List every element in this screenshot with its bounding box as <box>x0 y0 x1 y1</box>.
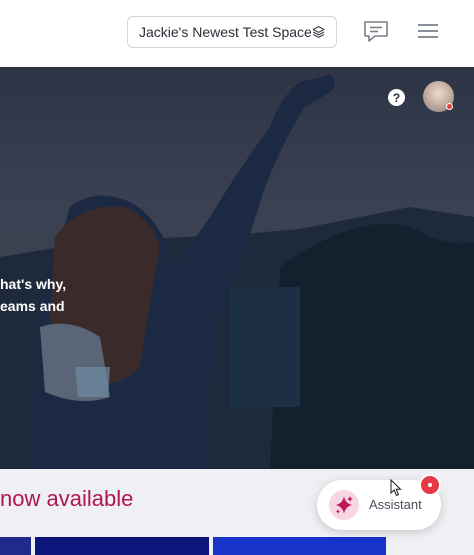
sparkle-icon <box>329 490 359 520</box>
hero-banner: hat's why, eams and <box>0 67 474 469</box>
hero-photo <box>0 75 474 469</box>
layers-icon <box>312 26 325 38</box>
space-switcher-button[interactable]: Jackie's Newest Test Space <box>127 16 337 48</box>
content-card[interactable] <box>0 537 31 555</box>
hero-caption-line: eams and <box>0 298 65 314</box>
chat-bubble-icon[interactable] <box>363 20 389 44</box>
hero-caption: hat's why, eams and <box>0 273 66 317</box>
space-name: Jackie's Newest Test Space <box>139 24 312 40</box>
hamburger-menu-icon[interactable] <box>417 22 439 40</box>
notification-badge <box>419 474 441 496</box>
content-card[interactable] <box>35 537 209 555</box>
status-dot <box>446 103 453 110</box>
hero-caption-line: hat's why, <box>0 276 67 292</box>
section-heading: now available <box>0 486 134 511</box>
help-icon[interactable]: ? <box>388 89 405 106</box>
mouse-pointer-icon <box>390 479 402 497</box>
content-card[interactable] <box>213 537 386 555</box>
assistant-label: Assistant <box>369 497 422 512</box>
top-bar: Jackie's Newest Test Space <box>0 0 474 67</box>
